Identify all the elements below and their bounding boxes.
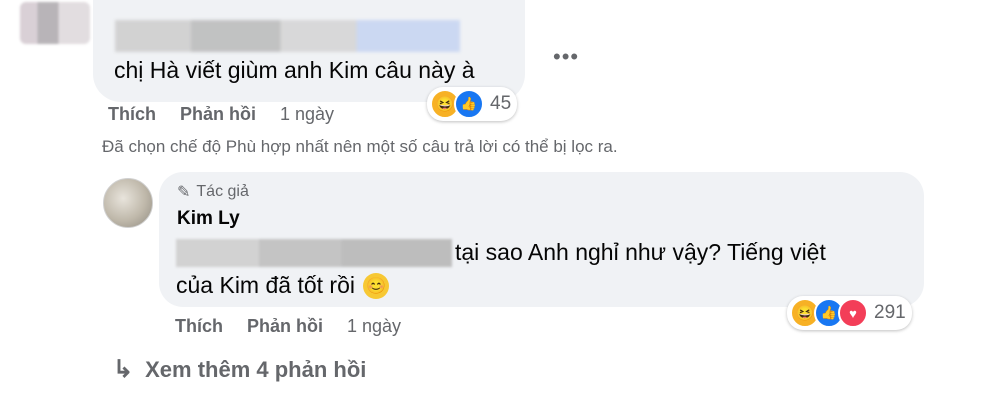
commenter-avatar-blurred[interactable]: [20, 2, 90, 44]
like-link[interactable]: Thích: [108, 104, 156, 125]
reply-arrow-icon: ↳: [113, 356, 134, 383]
comment-timestamp[interactable]: 1 ngày: [280, 104, 334, 125]
author-badge-label: Tác giả: [196, 183, 249, 200]
more-options-icon[interactable]: •••: [553, 44, 579, 70]
smiling-emoji-icon: 😊: [362, 272, 389, 299]
love-icon: ♥: [838, 298, 868, 328]
comment-text: chị Hà viết giùm anh Kim câu này à: [114, 57, 475, 83]
reply-author-name[interactable]: Kim Ly: [177, 208, 240, 230]
commenter-name-blurred[interactable]: [115, 20, 460, 52]
like-icon: 👍: [454, 89, 484, 119]
reaction-count: 291: [874, 302, 906, 323]
pen-icon: ✎: [177, 184, 191, 201]
reply-link[interactable]: Phản hồi: [180, 104, 256, 125]
comment-actions: Thích Phản hồi 1 ngày: [108, 104, 358, 125]
view-more-replies-label: Xem thêm 4 phản hồi: [145, 356, 367, 382]
view-more-replies-button[interactable]: ↳ Xem thêm 4 phản hồi: [113, 355, 366, 384]
reply-text-line1: tại sao Anh nghỉ như vậy? Tiếng việt: [455, 239, 826, 265]
like-link[interactable]: Thích: [175, 316, 223, 337]
reaction-count: 45: [490, 93, 512, 114]
comment-reactions[interactable]: 😆 👍 45: [427, 87, 518, 121]
reply-reactions[interactable]: 😆 👍 ♥ 291: [787, 296, 912, 330]
mention-blurred[interactable]: [176, 239, 452, 267]
author-avatar[interactable]: [103, 178, 153, 228]
reply-actions: Thích Phản hồi 1 ngày: [175, 316, 425, 337]
author-badge: ✎ Tác giả: [177, 182, 249, 202]
reply-text-line2: của Kim đã tốt rồi: [176, 272, 355, 298]
reply-timestamp[interactable]: 1 ngày: [347, 316, 401, 337]
filter-notice: Đã chọn chế độ Phù hợp nhất nên một số c…: [102, 137, 618, 156]
reply-text-line2-row: của Kim đã tốt rồi 😊: [176, 272, 389, 299]
reply-link[interactable]: Phản hồi: [247, 316, 323, 337]
